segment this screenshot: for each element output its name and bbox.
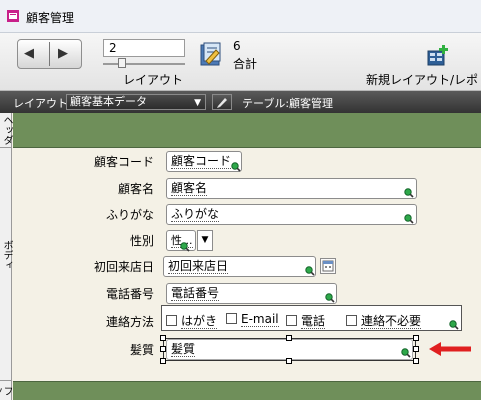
- layout-number-field[interactable]: 2: [103, 39, 185, 57]
- contact-option-not-needed[interactable]: 連絡不必要: [346, 312, 422, 329]
- furigana-field-name: ふりがな: [171, 207, 220, 222]
- find-magnifier-icon: [180, 242, 190, 252]
- customer-code-label: 顧客コード: [93, 155, 154, 169]
- resize-handle-top-right[interactable]: [413, 335, 419, 341]
- resize-handle-bottom-left[interactable]: [160, 358, 166, 364]
- gender-label: 性別: [129, 234, 154, 248]
- part-label-header: ヘッダ: [1, 115, 12, 145]
- first-visit-field-name: 初回来店日: [168, 259, 229, 274]
- part-label-body: ボディ: [1, 240, 12, 270]
- window-title: 顧客管理: [26, 11, 75, 25]
- part-tab-footer[interactable]: フッタ: [0, 381, 12, 400]
- furigana-field[interactable]: ふりがな: [166, 204, 417, 225]
- layout-navigator-book[interactable]: ◀ ▶: [17, 39, 82, 69]
- first-visit-field[interactable]: 初回来店日: [163, 256, 316, 277]
- resize-handle-top-center[interactable]: [286, 335, 292, 341]
- phone-field[interactable]: 電話番号: [166, 283, 337, 304]
- red-arrow-icon: [429, 342, 471, 356]
- pencil-icon: [217, 98, 227, 108]
- contact-option-label: はがき: [181, 314, 218, 329]
- layout-bar: レイアウト: 顧客基本データ ▼ テーブル:顧客管理: [0, 91, 481, 113]
- contact-method-label: 連絡方法: [105, 315, 154, 329]
- mode-label: レイアウト: [123, 73, 184, 87]
- layout-select[interactable]: 顧客基本データ ▼: [66, 94, 206, 110]
- calendar-icon: [322, 260, 334, 272]
- next-layout-icon[interactable]: ▶: [58, 46, 68, 62]
- find-magnifier-icon: [404, 214, 414, 224]
- chevron-down-icon: ▼: [201, 235, 209, 245]
- find-magnifier-icon: [449, 320, 459, 330]
- find-magnifier-icon: [231, 162, 241, 172]
- find-magnifier-icon: [305, 266, 315, 276]
- find-magnifier-icon: [401, 348, 411, 358]
- phone-field-name: 電話番号: [171, 286, 220, 301]
- customer-name-field[interactable]: 顧客名: [166, 178, 417, 199]
- find-magnifier-icon: [404, 188, 414, 198]
- table-name-label: テーブル:顧客管理: [242, 97, 334, 110]
- customer-code-field-name: 顧客コード: [171, 154, 232, 169]
- first-visit-label: 初回来店日: [93, 260, 154, 274]
- hair-quality-field-name: 髪質: [171, 342, 196, 357]
- header-part[interactable]: [13, 113, 481, 147]
- previous-layout-icon[interactable]: ◀: [24, 46, 34, 62]
- hair-quality-field[interactable]: 髪質: [166, 339, 413, 360]
- resize-handle-bottom-right[interactable]: [413, 358, 419, 364]
- checkbox-icon: [166, 315, 177, 326]
- contact-option-label: 連絡不必要: [361, 314, 422, 329]
- customer-name-label: 顧客名: [117, 182, 154, 196]
- status-toolbar: ◀ ▶ 2 レイアウト 6 合計 新規レイアウト/レポ: [0, 33, 481, 91]
- resize-handle-top-left[interactable]: [160, 335, 166, 341]
- total-layouts-icon: [200, 42, 221, 66]
- resize-handle-bottom-center[interactable]: [286, 358, 292, 364]
- contact-option-label: 電話: [301, 314, 326, 329]
- checkbox-icon: [346, 315, 357, 326]
- part-tab-header[interactable]: ヘッダ: [0, 113, 12, 148]
- hair-quality-label: 髪質: [129, 343, 154, 357]
- contact-option-email[interactable]: E-mail: [226, 312, 279, 327]
- edit-layout-button[interactable]: [212, 94, 232, 110]
- total-count: 6: [233, 39, 241, 53]
- phone-label: 電話番号: [105, 287, 154, 301]
- gender-dropdown-button[interactable]: ▼: [197, 230, 213, 251]
- footer-part[interactable]: [13, 381, 481, 400]
- filemaker-app-icon: [7, 10, 19, 22]
- contact-option-postcard[interactable]: はがき: [166, 312, 218, 329]
- total-label: 合計: [233, 57, 258, 71]
- contact-method-checkbox-set[interactable]: はがき E-mail 電話 連絡不必要: [161, 305, 462, 331]
- contact-option-phone[interactable]: 電話: [286, 312, 326, 329]
- layout-slider-track[interactable]: [103, 63, 185, 65]
- customer-name-field-name: 顧客名: [171, 181, 208, 196]
- window-titlebar: 顧客管理: [0, 0, 481, 33]
- contact-option-label: E-mail: [241, 312, 279, 327]
- checkbox-icon: [286, 315, 297, 326]
- furigana-label: ふりがな: [105, 208, 154, 222]
- layout-slider-thumb[interactable]: [118, 58, 126, 68]
- new-layout-icon[interactable]: [427, 45, 449, 67]
- part-tab-body[interactable]: ボディ: [0, 148, 12, 381]
- find-magnifier-icon: [325, 293, 335, 303]
- layout-label: レイアウト:: [13, 97, 72, 110]
- calendar-button[interactable]: [320, 258, 336, 274]
- checkbox-icon: [226, 313, 237, 324]
- resize-handle-middle-left[interactable]: [160, 346, 166, 352]
- new-layout-report-button-label[interactable]: 新規レイアウト/レポ: [366, 71, 478, 88]
- layout-select-value: 顧客基本データ: [70, 95, 147, 108]
- book-spine: [49, 42, 50, 66]
- chevron-down-icon: ▼: [194, 98, 201, 108]
- resize-handle-middle-right[interactable]: [413, 346, 419, 352]
- part-label-footer: フッタ: [0, 386, 12, 396]
